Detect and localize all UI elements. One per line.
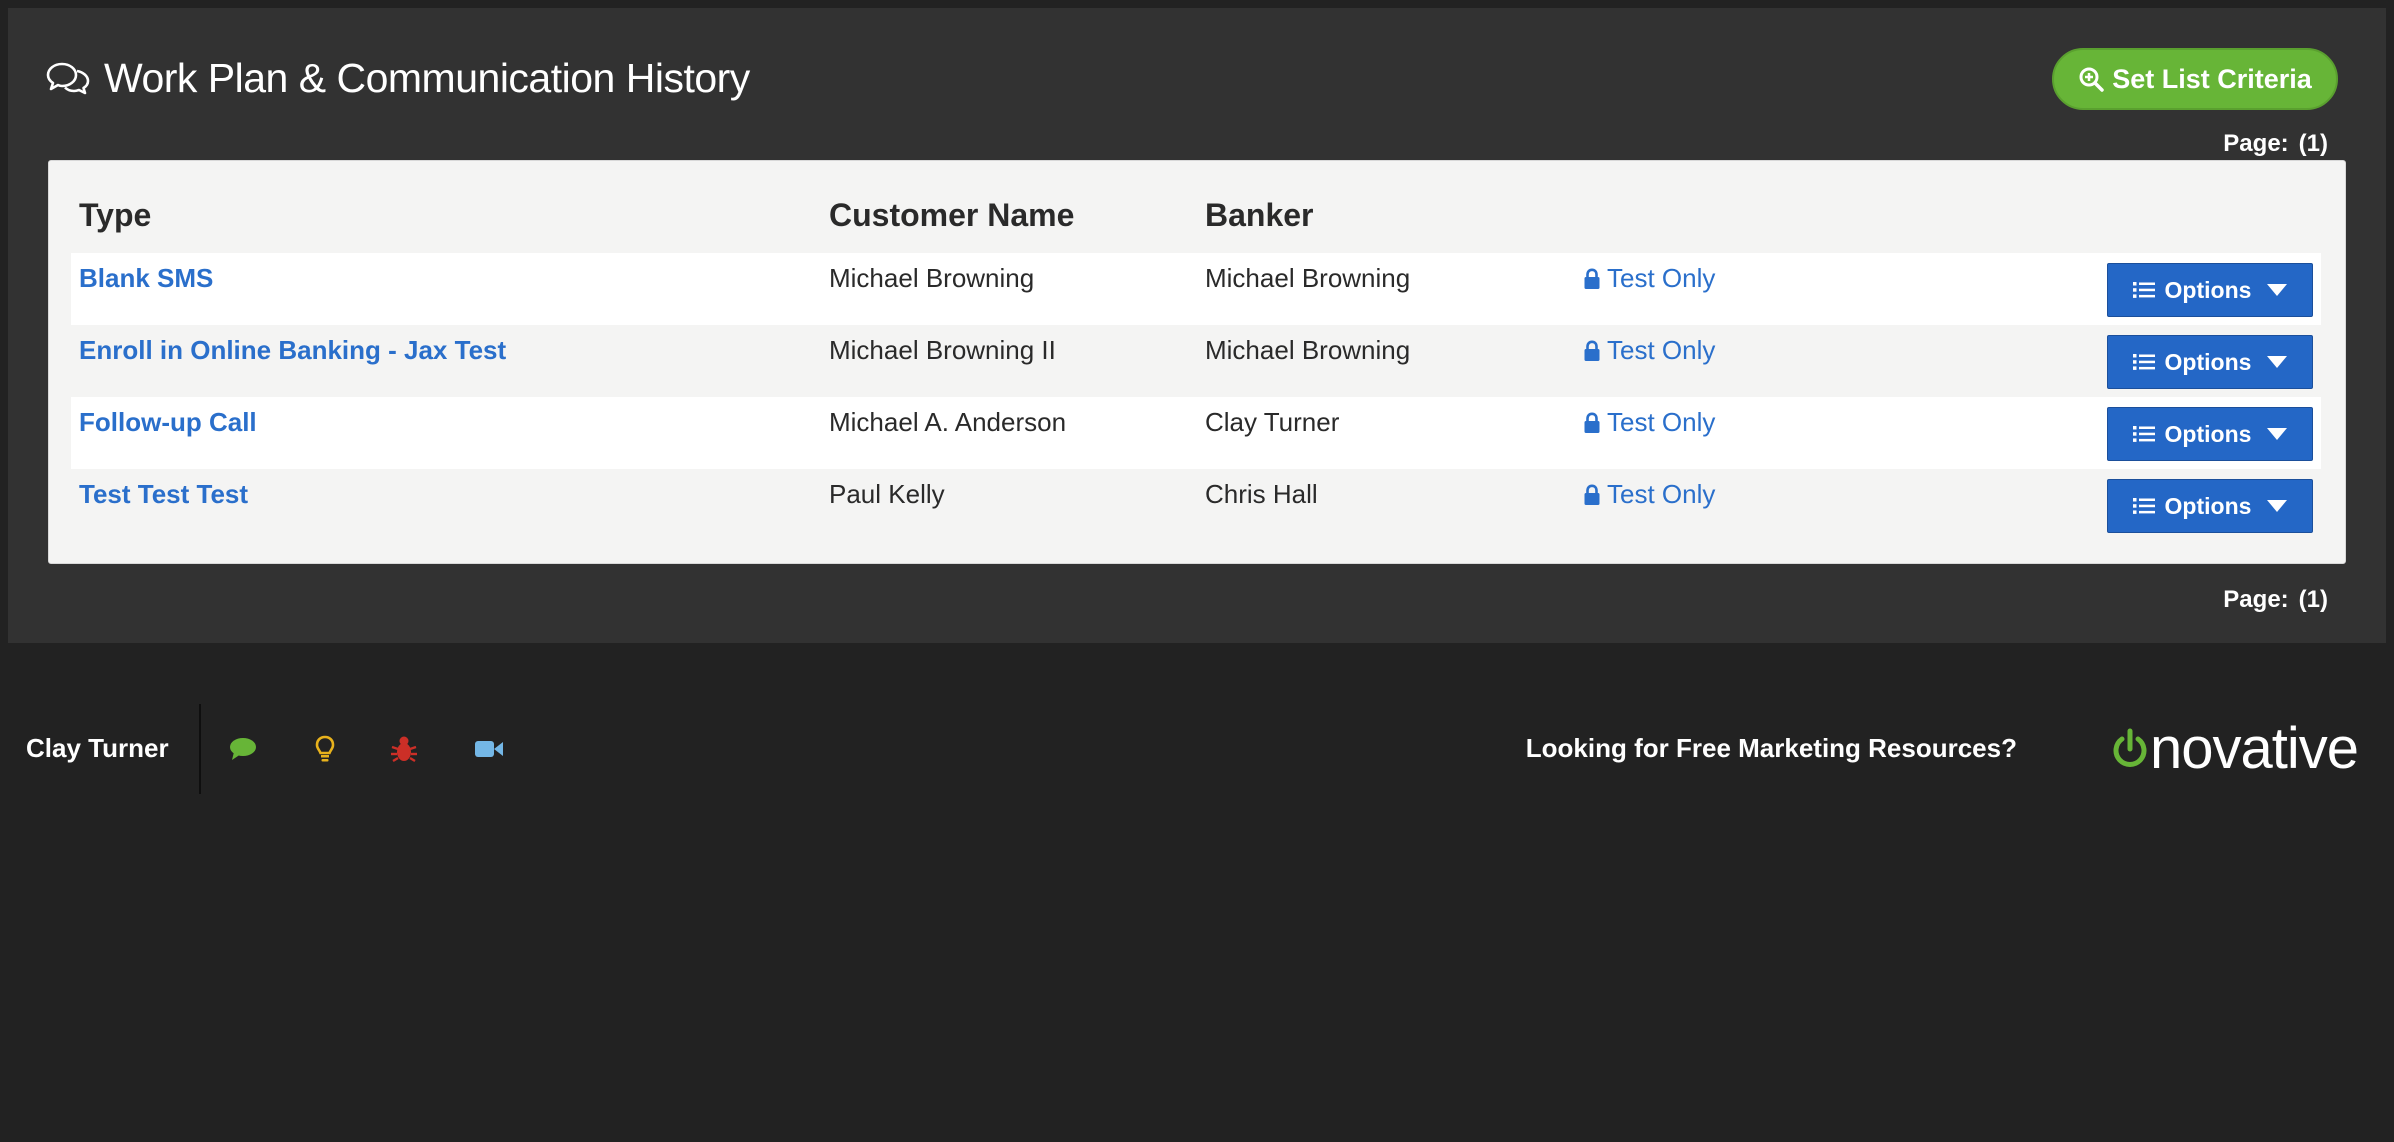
table-row: Blank SMS Michael Browning Michael Brown… [71, 253, 2321, 325]
row-customer-name: Michael A. Anderson [829, 407, 1067, 437]
pager-bottom: Page: (1) [2223, 586, 2328, 614]
row-status-link[interactable]: Test Only [1583, 335, 1715, 366]
list-icon [2132, 498, 2155, 514]
row-status-link[interactable]: Test Only [1583, 263, 1715, 294]
row-banker: Clay Turner [1205, 407, 1340, 437]
lock-icon [1584, 267, 1600, 289]
row-customer-name: Michael Browning [829, 263, 1035, 293]
free-marketing-resources-link[interactable]: Looking for Free Marketing Resources? [1526, 733, 2017, 764]
options-label: Options [2164, 492, 2252, 519]
footer-divider [199, 704, 201, 794]
footer-user-name[interactable]: Clay Turner [26, 733, 169, 764]
onovative-logo: novative [2110, 716, 2359, 781]
row-banker: Michael Browning [1205, 335, 1411, 365]
pager-top: Page: (1) [2223, 130, 2328, 158]
zoom-in-icon [2079, 67, 2104, 92]
row-status-link[interactable]: Test Only [1583, 479, 1715, 510]
pager-page-link[interactable]: (1) [2299, 130, 2328, 158]
row-status-text: Test Only [1607, 479, 1716, 509]
set-list-criteria-label: Set List Criteria [2112, 63, 2312, 94]
results-table: Type Customer Name Banker Blank SMS Mich… [48, 160, 2346, 564]
row-status-text: Test Only [1607, 263, 1716, 293]
lightbulb-icon[interactable] [310, 734, 340, 764]
row-type-link[interactable]: Blank SMS [79, 263, 213, 294]
row-banker: Michael Browning [1205, 263, 1411, 293]
options-button[interactable]: Options [2107, 335, 2313, 389]
set-list-criteria-button[interactable]: Set List Criteria [2052, 48, 2338, 110]
pager-page-link[interactable]: (1) [2299, 586, 2328, 614]
options-button[interactable]: Options [2107, 407, 2313, 461]
column-header-banker[interactable]: Banker [1205, 197, 1314, 234]
row-type-link[interactable]: Follow-up Call [79, 407, 257, 438]
lock-icon [1584, 483, 1600, 505]
column-header-customer[interactable]: Customer Name [829, 197, 1074, 234]
main-panel: Work Plan & Communication History Set Li… [8, 8, 2386, 643]
lock-icon [1584, 411, 1600, 433]
caret-down-icon [2267, 284, 2288, 296]
table-row: Enroll in Online Banking - Jax Test Mich… [71, 325, 2321, 397]
chat-icon[interactable] [228, 734, 258, 764]
logo-text: novative [2149, 716, 2359, 781]
page-title-text: Work Plan & Communication History [104, 54, 750, 101]
row-status-text: Test Only [1607, 335, 1716, 365]
table-row: Test Test Test Paul Kelly Chris Hall Tes… [71, 469, 2321, 541]
caret-down-icon [2267, 500, 2288, 512]
column-header-type[interactable]: Type [79, 197, 151, 234]
list-icon [2132, 282, 2155, 298]
pager-label: Page: [2223, 586, 2289, 613]
options-label: Options [2164, 420, 2252, 447]
row-status-text: Test Only [1607, 407, 1716, 437]
options-button[interactable]: Options [2107, 263, 2313, 317]
row-type-link[interactable]: Test Test Test [79, 479, 248, 510]
options-label: Options [2164, 348, 2252, 375]
list-icon [2132, 426, 2155, 442]
pager-label: Page: [2223, 130, 2289, 157]
table-row: Follow-up Call Michael A. Anderson Clay … [71, 397, 2321, 469]
options-label: Options [2164, 276, 2252, 303]
power-icon [2113, 728, 2147, 767]
row-customer-name: Paul Kelly [829, 479, 945, 509]
lock-icon [1584, 339, 1600, 361]
options-button[interactable]: Options [2107, 479, 2313, 533]
caret-down-icon [2267, 356, 2288, 368]
video-icon[interactable] [474, 734, 504, 764]
caret-down-icon [2267, 428, 2288, 440]
row-type-link[interactable]: Enroll in Online Banking - Jax Test [79, 335, 506, 366]
comments-icon [46, 62, 90, 95]
page-title: Work Plan & Communication History [46, 48, 750, 108]
row-status-link[interactable]: Test Only [1583, 407, 1715, 438]
list-icon [2132, 354, 2155, 370]
row-banker: Chris Hall [1205, 479, 1318, 509]
bug-icon[interactable] [389, 734, 419, 764]
row-customer-name: Michael Browning II [829, 335, 1056, 365]
